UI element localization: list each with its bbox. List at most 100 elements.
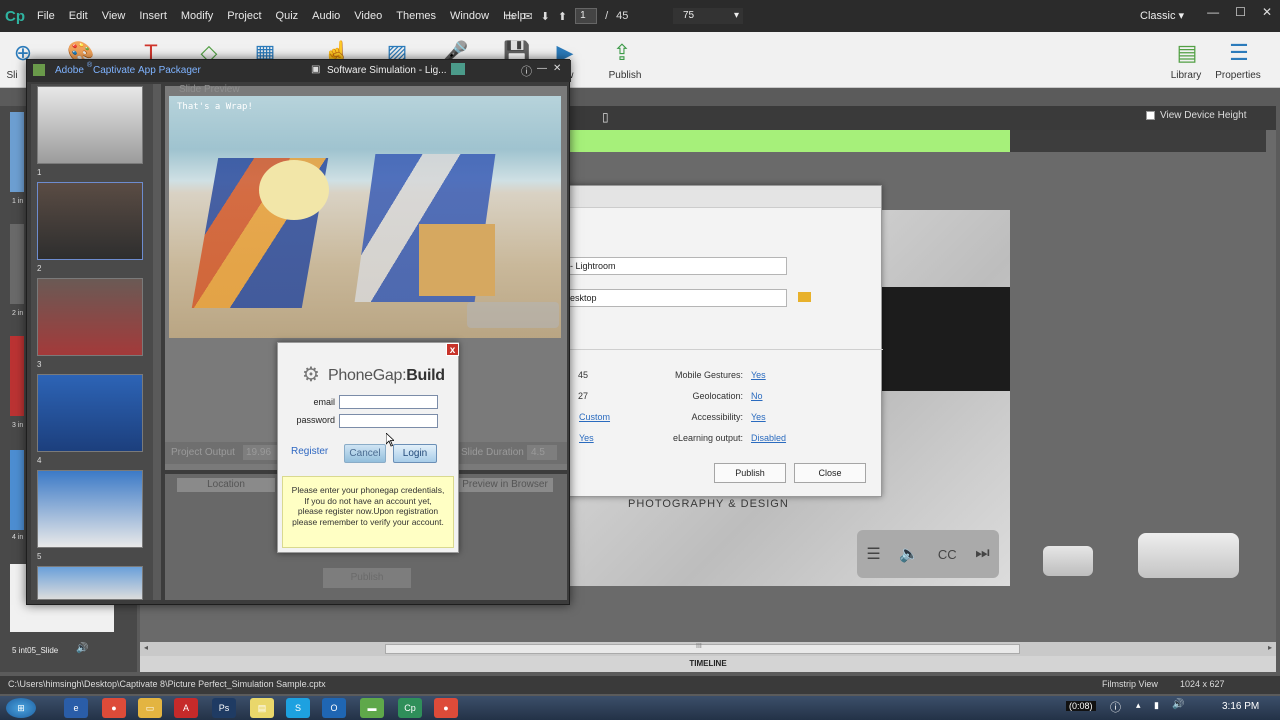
taskbar-android-icon[interactable]: ▬ xyxy=(360,698,384,718)
taskbar-acrobat-icon[interactable]: A xyxy=(174,698,198,718)
packager-thumb-scrollbar[interactable] xyxy=(153,84,161,600)
register-link[interactable]: Register xyxy=(291,446,328,457)
info-icon[interactable]: ⓘ xyxy=(521,63,532,79)
zoom-select[interactable]: 75 ▾ xyxy=(673,8,743,24)
recording-timer: (0:08) xyxy=(1066,701,1096,711)
library-icon[interactable]: ▤ xyxy=(1170,38,1204,68)
timeline-panel-toggle[interactable]: TIMELINE xyxy=(140,656,1276,672)
email-field[interactable] xyxy=(339,395,438,409)
scroll-thumb[interactable]: III xyxy=(385,643,1020,654)
current-slide-field[interactable]: 1 xyxy=(575,8,598,24)
location-field[interactable]: esktop xyxy=(567,289,787,307)
tray-network-icon[interactable]: ▮ xyxy=(1154,700,1159,711)
properties-icon[interactable]: ☰ xyxy=(1222,38,1256,68)
upload-icon[interactable] xyxy=(451,63,465,75)
preview-icon[interactable]: ▭ xyxy=(505,10,515,23)
workspace-value: Classic xyxy=(1140,10,1176,22)
mail-icon[interactable]: ✉ xyxy=(523,10,532,23)
packager-thumb-3[interactable] xyxy=(37,278,143,356)
packager-thumb-4[interactable] xyxy=(37,374,143,452)
taskbar-chrome-icon[interactable]: ● xyxy=(102,698,126,718)
menu-modify[interactable]: Modify xyxy=(174,10,220,22)
yes-link-left[interactable]: Yes xyxy=(579,433,594,443)
menu-edit[interactable]: Edit xyxy=(62,10,95,22)
slide-button-large[interactable] xyxy=(1138,533,1239,578)
taskbar-photoshop-icon[interactable]: Ps xyxy=(212,698,236,718)
elearning-link[interactable]: Disabled xyxy=(751,433,786,443)
mobile-gestures-link[interactable]: Yes xyxy=(751,370,766,380)
taskbar-captivate-icon[interactable]: Cp xyxy=(398,698,422,718)
tray-volume-icon[interactable]: 🔊 xyxy=(1172,699,1184,710)
slide-button-small[interactable] xyxy=(1043,546,1093,576)
packager-close-icon[interactable]: ✕ xyxy=(553,63,561,74)
start-button-icon[interactable]: ⊞ xyxy=(6,698,36,718)
slide-timebar[interactable] xyxy=(566,130,1266,152)
filmstrip-slide-2[interactable] xyxy=(10,224,24,304)
menu-video[interactable]: Video xyxy=(347,10,389,22)
project-title-field[interactable]: - Lightroom xyxy=(567,257,787,275)
menu-quiz[interactable]: Quiz xyxy=(269,10,306,22)
closed-caption-icon[interactable]: CC xyxy=(938,547,957,562)
next-icon[interactable]: ⏭ xyxy=(975,545,989,563)
view-device-height-toggle[interactable]: View Device Height xyxy=(1146,110,1247,121)
location-button[interactable]: Location xyxy=(177,478,275,492)
close-icon[interactable]: ✕ xyxy=(1262,5,1272,19)
minimize-icon[interactable]: — xyxy=(1207,5,1219,19)
custom-link[interactable]: Custom xyxy=(579,412,610,422)
menu-file[interactable]: File xyxy=(30,10,62,22)
menu-view[interactable]: View xyxy=(95,10,133,22)
phonegap-close-button[interactable]: x xyxy=(446,343,459,356)
view-device-height-checkbox[interactable] xyxy=(1146,111,1155,120)
menu-themes[interactable]: Themes xyxy=(389,10,443,22)
geolocation-link[interactable]: No xyxy=(751,391,763,401)
folder-icon[interactable] xyxy=(798,292,811,302)
tray-info-icon[interactable]: ⓘ xyxy=(1110,699,1121,715)
workspace-select[interactable]: Classic ▾ xyxy=(1140,9,1184,22)
preview-in-browser-button[interactable]: Preview in Browser xyxy=(457,478,553,492)
taskbar-folder-icon[interactable]: ▭ xyxy=(138,698,162,718)
login-button[interactable]: Login xyxy=(393,444,437,463)
arrow-up-icon[interactable]: ⬆ xyxy=(558,10,567,23)
library-label[interactable]: Library xyxy=(1156,70,1216,81)
menu-window[interactable]: Window xyxy=(443,10,496,22)
project-output-value: 19.96 xyxy=(243,445,277,460)
arrow-down-icon[interactable]: ⬇ xyxy=(541,10,550,23)
tray-arrow-icon[interactable]: ▴ xyxy=(1136,700,1141,711)
cancel-button[interactable]: Cancel xyxy=(344,444,386,463)
windows-taskbar: ⊞ e ● ▭ A Ps ▤ S O ▬ Cp ● (0:08) ⓘ ▴ ▮ 🔊… xyxy=(0,696,1280,720)
packager-thumb-6[interactable] xyxy=(37,566,143,600)
menu-insert[interactable]: Insert xyxy=(132,10,174,22)
filmstrip-slide-3[interactable] xyxy=(10,336,24,416)
packager-minimize-icon[interactable]: — xyxy=(537,63,547,74)
toc-icon[interactable]: ☰ xyxy=(866,544,880,564)
taskbar-ie-icon[interactable]: e xyxy=(64,698,88,718)
tray-clock[interactable]: 3:16 PM xyxy=(1222,701,1259,712)
publish-button[interactable]: Publish xyxy=(714,463,786,483)
taskbar-chrome2-icon[interactable]: ● xyxy=(434,698,458,718)
packager-thumb-1[interactable] xyxy=(37,86,143,164)
scroll-right-icon[interactable]: ▸ xyxy=(1268,643,1272,652)
publish-label[interactable]: Publish xyxy=(595,70,655,81)
accessibility-link[interactable]: Yes xyxy=(751,412,766,422)
properties-label[interactable]: Properties xyxy=(1208,70,1268,81)
volume-icon[interactable]: 🔈 xyxy=(899,544,919,564)
filmstrip-slide-1[interactable] xyxy=(10,112,24,192)
password-field[interactable] xyxy=(339,414,438,428)
filmstrip-slide-4[interactable] xyxy=(10,450,24,530)
publish-icon[interactable]: ⇪ xyxy=(605,38,639,68)
menu-project[interactable]: Project xyxy=(220,10,268,22)
packager-doc-tab[interactable]: Software Simulation - Lig... xyxy=(327,65,447,76)
mobile-device-icon[interactable]: ▯ xyxy=(602,110,609,124)
packager-thumb-5[interactable] xyxy=(37,470,143,548)
taskbar-skype-icon[interactable]: S xyxy=(286,698,310,718)
menu-audio[interactable]: Audio xyxy=(305,10,347,22)
packager-thumb-2[interactable] xyxy=(37,182,143,260)
close-button[interactable]: Close xyxy=(794,463,866,483)
taskbar-notes-icon[interactable]: ▤ xyxy=(250,698,274,718)
maximize-icon[interactable]: ☐ xyxy=(1235,5,1246,19)
horizontal-scrollbar[interactable]: ◂ III ▸ xyxy=(140,642,1276,656)
scroll-left-icon[interactable]: ◂ xyxy=(144,643,148,652)
packager-publish-button[interactable]: Publish xyxy=(323,568,411,588)
elearning-label: eLearning output: xyxy=(672,433,743,443)
taskbar-outlook-icon[interactable]: O xyxy=(322,698,346,718)
